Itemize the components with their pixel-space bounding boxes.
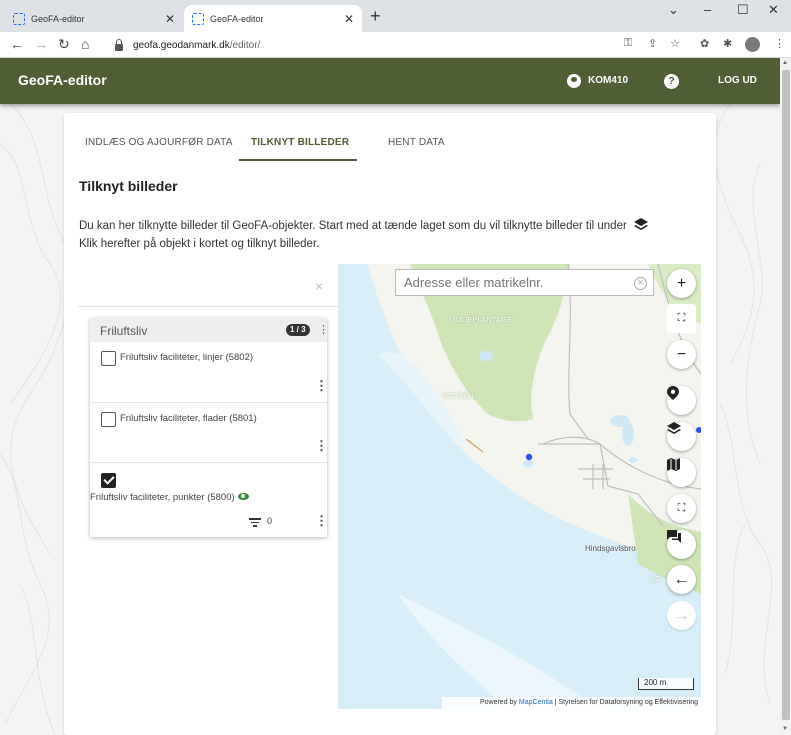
browser-tab-2[interactable]: GeoFA-editor ✕ (184, 5, 362, 32)
layer-checkbox[interactable] (101, 412, 116, 427)
back-arrow-icon[interactable]: ← (667, 565, 696, 594)
extent-icon[interactable]: ⛶ (667, 494, 696, 523)
app-title: GeoFA-editor (18, 72, 107, 88)
account-circle-icon[interactable] (567, 74, 581, 88)
reload-icon[interactable]: ↻ (58, 36, 70, 53)
address-search-input[interactable] (404, 275, 624, 290)
eye-icon[interactable] (237, 493, 249, 500)
extension-icon[interactable]: ✿ (700, 37, 709, 50)
place-label: LO (651, 576, 661, 583)
location-pin-icon[interactable] (667, 386, 696, 415)
layer-group-header[interactable]: Friluftsliv 1 / 3 ⋮ (90, 318, 329, 342)
url-field[interactable]: geofa.geodanmark.dk/editor/ (103, 35, 693, 55)
favicon-icon (13, 12, 25, 25)
zoom-in-button[interactable]: + (667, 269, 696, 298)
forward-arrow-icon[interactable]: → (34, 36, 48, 52)
lake (523, 460, 533, 468)
url-text: geofa.geodanmark.dk/editor/ (133, 39, 261, 51)
layer-item: Friluftsliv faciliteter, linjer (5802) ⋮ (90, 342, 328, 403)
place-label: JULIEPLANTAGE (452, 317, 512, 324)
chevron-down-icon[interactable]: ⌄ (668, 2, 679, 18)
intro-text: Du kan her tilknytte billeder til GeoFA-… (79, 217, 648, 253)
map-view[interactable]: JULIEPLANTAGE SØDDEN Hindsgavlsbro LO ✕ … (338, 264, 701, 709)
scroll-up-icon[interactable]: ▲ (782, 60, 788, 66)
scroll-down-icon[interactable]: ▼ (782, 726, 788, 732)
lake (479, 351, 493, 361)
star-icon[interactable]: ☆ (670, 37, 680, 50)
address-bar: ← → ↻ ⌂ geofa.geodanmark.dk/editor/ ⚿ ⇪ … (0, 32, 791, 58)
clear-icon[interactable]: ✕ (634, 277, 647, 290)
logout-button[interactable]: LOG UD (718, 75, 757, 86)
main-card: INDLÆS OG AJOURFØR DATA TILKNYT BILLEDER… (64, 113, 716, 735)
layers-icon[interactable] (667, 422, 696, 451)
scale-bar: 200 m (638, 678, 694, 690)
layer-group-title: Friluftsliv (100, 324, 148, 338)
layer-checkbox[interactable] (101, 351, 116, 366)
favicon-icon (192, 12, 204, 25)
facility-point[interactable] (525, 453, 533, 461)
filter-icon[interactable] (249, 518, 261, 529)
fullscreen-expand-icon[interactable]: ⛶ (667, 304, 696, 333)
address-search: ✕ (395, 269, 654, 296)
layer-menu-icon[interactable]: ⋮ (315, 513, 328, 529)
forward-arrow-icon[interactable]: → (667, 601, 696, 630)
user-name[interactable]: KOM410 (588, 75, 628, 86)
intro-line-2: Klik herefter på objekt i kortet og tilk… (79, 238, 320, 250)
browser-tab-title: GeoFA-editor (31, 13, 85, 24)
share-icon[interactable]: ⇪ (648, 37, 657, 50)
filter-count: 0 (267, 516, 273, 526)
map-attribution: Powered by MapCentia | Styrelsen for Dat… (442, 697, 701, 709)
tab-indlaes[interactable]: INDLÆS OG AJOURFØR DATA (85, 137, 233, 148)
browser-tab-title: GeoFA-editor (210, 13, 264, 24)
menu-kebab-icon[interactable]: ⋮ (774, 37, 785, 50)
group-menu-icon[interactable]: ⋮ (318, 323, 329, 336)
place-label: Hindsgavlsbro (585, 544, 636, 553)
maximize-icon[interactable]: ☐ (737, 2, 749, 18)
close-icon[interactable]: ✕ (344, 12, 354, 26)
lake (629, 457, 637, 463)
browser-tab-1[interactable]: GeoFA-editor ✕ (5, 5, 183, 32)
place-label: SØDDEN (442, 393, 474, 400)
chat-icon[interactable] (667, 530, 696, 559)
layer-item: Friluftsliv faciliteter, flader (5801) ⋮ (90, 403, 328, 463)
map-canvas[interactable] (338, 264, 701, 709)
lake (610, 415, 630, 427)
attribution-link[interactable]: MapCentia (519, 699, 553, 706)
profile-avatar[interactable] (745, 37, 760, 52)
window-close-icon[interactable]: ✕ (768, 2, 779, 18)
browser-tabstrip: GeoFA-editor ✕ GeoFA-editor ✕ + ⌄ – ☐ ✕ (0, 0, 791, 32)
back-arrow-icon[interactable]: ← (10, 36, 24, 52)
app-header: GeoFA-editor KOM410 ? LOG UD (0, 58, 780, 104)
layer-menu-icon[interactable]: ⋮ (315, 378, 328, 394)
layer-label: Friluftsliv faciliteter, linjer (5802) (120, 352, 254, 363)
tab-tilknyt-billeder[interactable]: TILKNYT BILLEDER (251, 137, 349, 148)
zoom-out-button[interactable]: − (667, 340, 696, 369)
shallow-water (398, 594, 598, 709)
lock-icon (115, 38, 123, 51)
close-icon[interactable]: × (315, 278, 323, 294)
home-icon[interactable]: ⌂ (81, 36, 89, 52)
help-icon[interactable]: ? (664, 74, 679, 89)
layer-menu-icon[interactable]: ⋮ (315, 438, 328, 454)
section-title: Tilknyt billeder (79, 178, 178, 194)
puzzle-icon[interactable]: ✱ (723, 37, 732, 50)
layer-count-badge: 1 / 3 (286, 324, 310, 336)
new-tab-button[interactable]: + (370, 6, 381, 27)
close-icon[interactable]: ✕ (165, 12, 175, 26)
layer-item: Friluftsliv faciliteter, punkter (5800) … (90, 463, 328, 537)
layers-icon (634, 218, 648, 230)
tab-active-indicator (239, 159, 357, 161)
map-icon[interactable] (667, 458, 696, 487)
layer-label: Friluftsliv faciliteter, flader (5801) (120, 413, 257, 424)
tab-hent-data[interactable]: HENT DATA (388, 137, 445, 148)
intro-line-1: Du kan her tilknytte billeder til GeoFA-… (79, 220, 627, 232)
minimize-icon[interactable]: – (704, 2, 711, 17)
layer-label: Friluftsliv faciliteter, punkter (5800) (90, 492, 249, 503)
layer-group-panel: Friluftsliv 1 / 3 ⋮ Friluftsliv facilite… (90, 318, 329, 537)
scrollbar-thumb[interactable] (782, 70, 790, 720)
layer-checkbox[interactable] (101, 473, 116, 488)
key-icon[interactable]: ⚿ (624, 37, 632, 50)
panel-divider (78, 306, 338, 307)
